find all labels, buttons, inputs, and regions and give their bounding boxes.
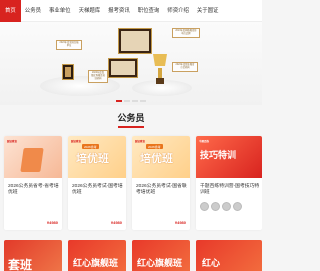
teacher-avatars: [200, 202, 242, 211]
course-title: 2026公务员考试-国省联考培优班: [136, 184, 187, 195]
award-plaque: [108, 58, 138, 78]
course-card[interactable]: 圆证教育 2026省考 培优班 2026公务员考试-国考培优班 ¥4980: [68, 136, 126, 230]
course-card[interactable]: 红心旗舰班: [132, 240, 190, 271]
cover-headline: 技巧特训: [200, 151, 237, 161]
course-card[interactable]: 圆证教育 2026公务员省考-省考培优班 ¥4980: [4, 136, 62, 230]
nav-item-public-institution[interactable]: 事业单位: [45, 0, 75, 22]
section-underline: [118, 126, 144, 128]
brand-tag: 千题百练: [199, 140, 210, 143]
award-label: 2024年度职业教育示范机构: [172, 62, 198, 72]
pagination-dot[interactable]: [124, 100, 130, 102]
cover-headline: 红心旗舰班: [137, 259, 183, 269]
award-label: 2024年度省级优秀教育培训机构: [88, 70, 108, 83]
avatar: [222, 202, 231, 211]
cover-headline: 套班: [8, 258, 33, 271]
cover-headline: 红心旗舰班: [73, 259, 119, 269]
cover-graphic: [20, 148, 44, 172]
pagination-dot[interactable]: [140, 100, 146, 102]
course-card[interactable]: 套班: [4, 240, 62, 271]
hero-banner[interactable]: 2024年度全国百强单位 2024年度网络教育影响力品牌 2024年度省级优秀教…: [0, 22, 262, 105]
award-label: 2024年度全国百强单位: [56, 40, 82, 50]
award-plaque: [62, 64, 74, 80]
course-cover: 圆证教育: [4, 136, 62, 178]
brand-tag: 圆证教育: [7, 140, 18, 143]
nav-item-position-search[interactable]: 职位查询: [134, 0, 164, 22]
course-cover: 圆证教育 2026省考 培优班: [132, 136, 190, 178]
exam-badge: 2026省考: [82, 144, 99, 149]
exam-badge: 2026省考: [146, 144, 163, 149]
course-price: ¥4980: [46, 220, 58, 225]
course-price: ¥4980: [110, 220, 122, 225]
pedestal: [40, 76, 120, 96]
award-label: 2024年度网络教育影响力品牌: [172, 28, 200, 38]
brand-tag: 圆证教育: [135, 140, 146, 143]
nav-item-question-bank[interactable]: 天梯题库: [75, 0, 105, 22]
page: 首页 公务员 事业单位 天梯题库 报考资讯 职位查询 师资介绍 关于圆证 202…: [0, 0, 262, 271]
brand-tag: 圆证教育: [71, 140, 82, 143]
course-cover: 千题百练 技巧特训: [196, 136, 262, 178]
section-title: 公务员: [117, 113, 145, 123]
nav-item-teachers[interactable]: 师资介绍: [163, 0, 193, 22]
pagination-dot[interactable]: [132, 100, 138, 102]
course-card[interactable]: 圆证教育 2026省考 培优班 2026公务员考试-国省联考培优班 ¥4980: [132, 136, 190, 230]
nav-item-civil-servant[interactable]: 公务员: [21, 0, 45, 22]
course-card[interactable]: 千题百练 技巧特训 千题百练特训营-国考技巧特训班: [196, 136, 262, 230]
trophy-icon: [153, 54, 167, 84]
nav-item-about[interactable]: 关于圆证: [193, 0, 223, 22]
cover-headline: 培优班: [140, 152, 173, 165]
course-card[interactable]: 红心: [196, 240, 262, 271]
top-nav: 首页 公务员 事业单位 天梯题库 报考资讯 职位查询 师资介绍 关于圆证: [0, 0, 262, 22]
award-plaque: [118, 28, 152, 54]
pagination-dot[interactable]: [116, 100, 122, 102]
nav-item-exam-news[interactable]: 报考资讯: [104, 0, 134, 22]
avatar: [211, 202, 220, 211]
avatar: [200, 202, 209, 211]
avatar: [233, 202, 242, 211]
cover-headline: 培优班: [76, 152, 109, 165]
nav-item-home[interactable]: 首页: [0, 0, 21, 22]
course-title: 千题百练特训营-国考技巧特训班: [200, 184, 260, 195]
course-title: 2026公务员考试-国考培优班: [72, 184, 123, 195]
course-card[interactable]: 红心旗舰班: [68, 240, 126, 271]
course-price: ¥4980: [174, 220, 186, 225]
course-cover: 圆证教育 2026省考 培优班: [68, 136, 126, 178]
cover-headline: 红心: [202, 259, 221, 269]
course-title: 2026公务员省考-省考培优班: [8, 184, 59, 195]
banner-pagination: [116, 100, 146, 102]
